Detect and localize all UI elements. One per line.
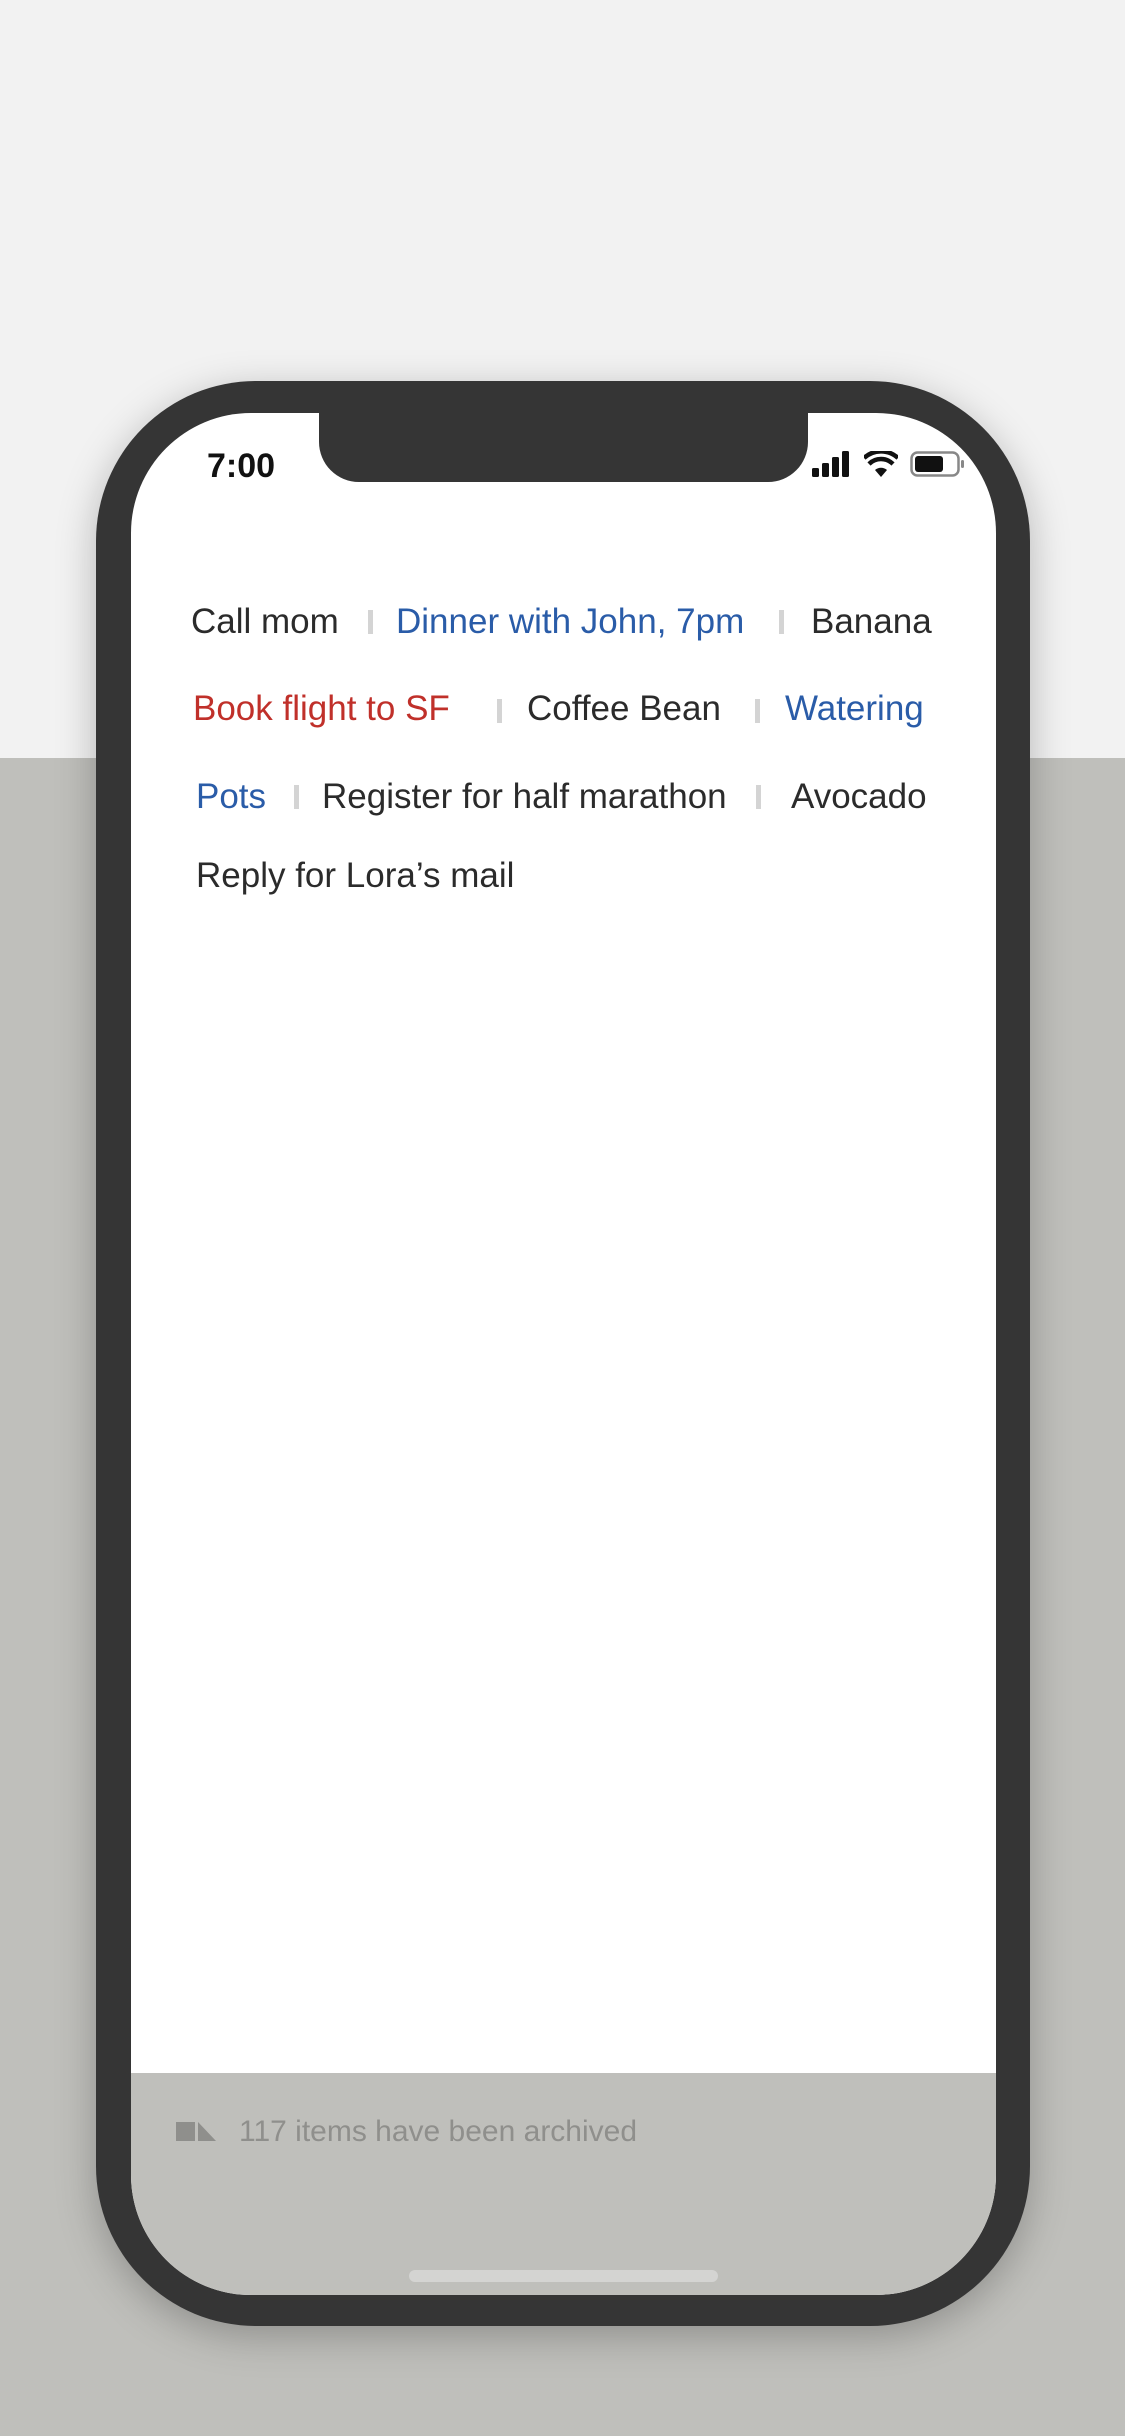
archive-footer: 117 items have been archived [131,2073,996,2295]
archive-message: 117 items have been archived [239,2115,638,2148]
item-watering[interactable]: Watering [785,689,924,729]
item-coffee-bean[interactable]: Coffee Bean [527,689,721,729]
separator [497,699,502,723]
item-register-half-marathon[interactable]: Register for half marathon [322,777,727,817]
item-dinner-with-john[interactable]: Dinner with John, 7pm [396,602,744,642]
battery-icon [910,451,964,477]
wifi-icon [864,451,898,477]
separator [779,610,784,634]
separator [756,785,761,809]
item-call-mom[interactable]: Call mom [191,602,339,642]
status-time: 7:00 [207,447,276,485]
item-avocado[interactable]: Avocado [791,777,927,817]
item-pots[interactable]: Pots [196,777,266,817]
item-reply-lora-mail[interactable]: Reply for Lora’s mail [196,856,514,896]
status-icons [812,451,966,477]
home-indicator[interactable] [409,2270,718,2282]
separator [294,785,299,809]
signal-icon [812,451,849,477]
item-book-flight[interactable]: Book flight to SF [193,689,450,729]
separator [755,699,760,723]
phone-screen: 7:00 Call mom Dinner with John, 7pm Bana… [131,413,996,2295]
separator [368,610,373,634]
item-banana[interactable]: Banana [811,602,932,642]
notch [319,413,808,482]
archive-icon [176,2122,216,2141]
